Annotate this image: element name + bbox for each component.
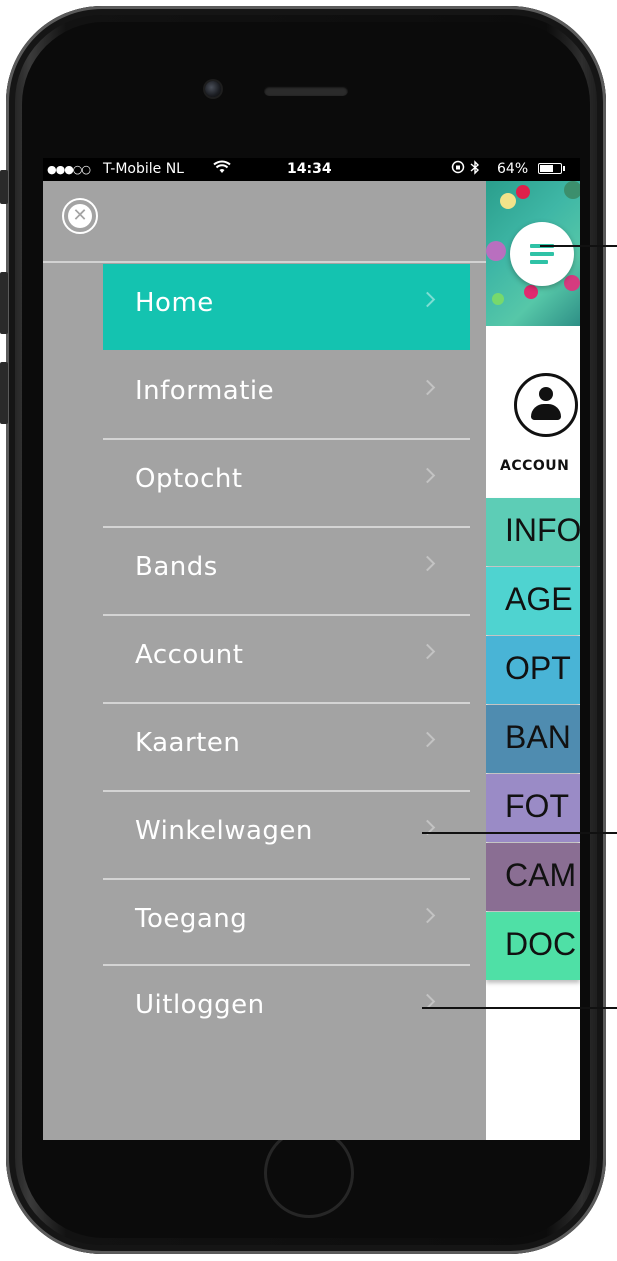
signal-strength: ●●●○○: [47, 163, 91, 176]
battery-icon: [538, 163, 562, 174]
chevron-right-icon: [419, 467, 436, 484]
user-icon[interactable]: [514, 373, 578, 437]
volume-up-button: [0, 272, 8, 334]
home-button[interactable]: [264, 1128, 354, 1218]
menu-item-account[interactable]: Account: [103, 616, 470, 702]
chevron-right-icon: [419, 643, 436, 660]
tile-label: FOT: [505, 788, 569, 824]
phone-screen: ●●●○○ T-Mobile NL 14:34 64% ACCOUN INFO …: [43, 158, 580, 1140]
battery-percent: 64%: [497, 161, 529, 177]
front-camera: [205, 81, 221, 97]
menu-item-toegang[interactable]: Toegang: [103, 880, 470, 966]
clock: 14:34: [287, 161, 332, 177]
drawer-divider: [43, 261, 486, 263]
volume-down-button: [0, 362, 8, 424]
tile-label: OPT: [505, 650, 571, 686]
menu-bar: [530, 260, 548, 264]
tile-camera[interactable]: CAM: [486, 843, 580, 911]
tile-label: DOC: [505, 926, 577, 962]
menu-item-label: Bands: [135, 552, 218, 582]
menu-item-winkelwagen[interactable]: Winkelwagen: [103, 792, 470, 878]
orientation-lock-icon: [451, 160, 465, 178]
tile-bands[interactable]: BAN: [486, 705, 580, 773]
menu-item-home[interactable]: Home: [103, 264, 470, 350]
menu-item-label: Account: [135, 640, 244, 670]
menu-item-label: Optocht: [135, 464, 243, 494]
banner-dot: [564, 181, 580, 199]
banner-dot: [516, 185, 530, 199]
user-icon-head: [539, 387, 553, 401]
banner-dot: [492, 293, 504, 305]
chevron-right-icon: [419, 379, 436, 396]
tile-label: CAM: [505, 857, 577, 893]
tile-agenda[interactable]: AGE: [486, 567, 580, 635]
account-label: ACCOUN: [500, 458, 570, 474]
battery-tip: [563, 166, 565, 171]
menu-bar: [530, 252, 554, 256]
banner-dot: [500, 193, 516, 209]
tile-info[interactable]: INFO: [486, 498, 580, 566]
menu-item-uitloggen[interactable]: Uitloggen: [103, 966, 470, 1052]
user-icon-torso: [531, 404, 561, 420]
banner-dot: [486, 241, 506, 261]
chevron-right-icon: [419, 291, 436, 308]
chevron-right-icon: [419, 907, 436, 924]
hamburger-menu-icon[interactable]: [510, 222, 574, 286]
close-icon[interactable]: ✕: [62, 198, 98, 234]
chevron-right-icon: [419, 731, 436, 748]
callout-line: [422, 1007, 617, 1009]
banner-dot: [524, 285, 538, 299]
menu-item-bands[interactable]: Bands: [103, 528, 470, 614]
earpiece-speaker: [264, 86, 348, 96]
close-glyph: ✕: [68, 204, 92, 228]
menu-item-optocht[interactable]: Optocht: [103, 440, 470, 526]
carrier-name: T-Mobile NL: [103, 161, 184, 177]
menu-item-label: Kaarten: [135, 728, 241, 758]
wifi-icon: [213, 159, 231, 179]
battery-level: [540, 165, 553, 172]
side-drawer: ✕ Home Informatie Optocht Bands Account …: [43, 181, 486, 1140]
tile-label: AGE: [505, 581, 573, 617]
underlying-app-view: ACCOUN INFO AGE OPT BAN FOT CAM DOC: [486, 181, 580, 1140]
tile-optocht[interactable]: OPT: [486, 636, 580, 704]
tile-label: INFO: [505, 512, 580, 548]
menu-item-label: Toegang: [135, 904, 248, 934]
bluetooth-icon: [470, 160, 480, 179]
menu-item-label: Informatie: [135, 376, 275, 406]
menu-item-label: Home: [135, 288, 214, 318]
tile-label: BAN: [505, 719, 571, 755]
callout-line: [422, 832, 617, 834]
status-bar: ●●●○○ T-Mobile NL 14:34 64%: [43, 158, 580, 181]
menu-item-kaarten[interactable]: Kaarten: [103, 704, 470, 790]
tile-doc[interactable]: DOC: [486, 912, 580, 980]
header-banner: [486, 181, 580, 326]
menu-item-label: Uitloggen: [135, 990, 265, 1020]
menu-item-informatie[interactable]: Informatie: [103, 352, 470, 438]
callout-line: [540, 245, 617, 247]
chevron-right-icon: [419, 555, 436, 572]
mute-switch: [0, 170, 8, 204]
banner-dot: [564, 275, 580, 291]
menu-item-label: Winkelwagen: [135, 816, 313, 846]
